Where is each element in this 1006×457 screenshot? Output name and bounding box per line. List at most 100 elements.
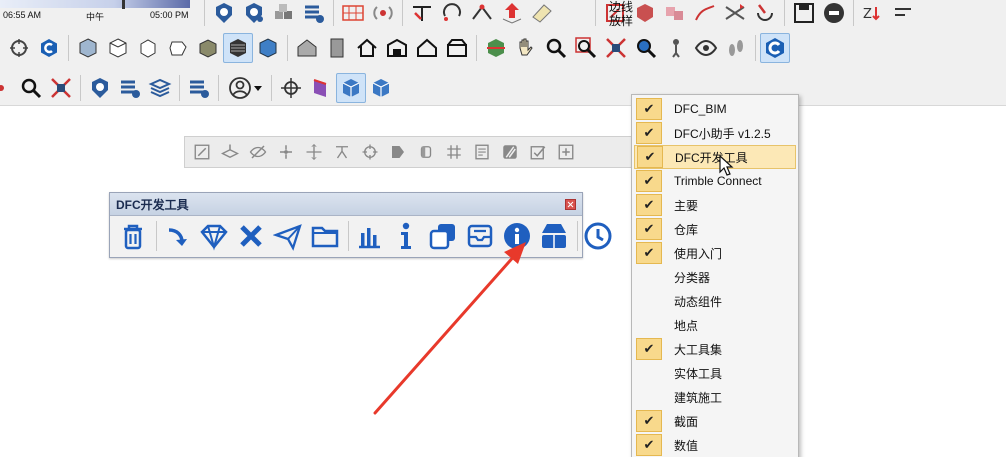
info-circle-icon[interactable]	[500, 219, 534, 253]
zoom-window-icon[interactable]	[571, 33, 601, 63]
hide-icon[interactable]	[245, 139, 271, 165]
inbox-icon[interactable]	[463, 219, 497, 253]
bar-chart-icon[interactable]	[352, 219, 386, 253]
menu-item[interactable]: 动态组件	[634, 289, 796, 313]
folder-icon[interactable]	[308, 219, 342, 253]
menu-item[interactable]: ✔ Trimble Connect	[634, 169, 796, 193]
clock-icon[interactable]	[581, 219, 615, 253]
add-box-icon[interactable]	[553, 139, 579, 165]
user-dropdown-icon[interactable]	[223, 73, 267, 103]
zoom-row3-icon[interactable]	[16, 73, 46, 103]
home-icon[interactable]	[352, 33, 382, 63]
menu-item[interactable]: ✔ 主要	[634, 193, 796, 217]
lasso-icon[interactable]	[437, 0, 467, 28]
zoom-extents-icon[interactable]	[601, 33, 631, 63]
rotate-red-icon[interactable]	[750, 0, 780, 28]
partial-tool-icon[interactable]	[0, 73, 16, 103]
outline-house-icon[interactable]	[412, 33, 442, 63]
layout-panel-icon[interactable]	[537, 219, 571, 253]
menu-item[interactable]: ✔ 仓库	[634, 217, 796, 241]
left-view-icon[interactable]	[223, 33, 253, 63]
position-camera-icon[interactable]	[661, 33, 691, 63]
send-icon[interactable]	[271, 219, 305, 253]
edge-style-label[interactable]: 边线 放样	[606, 0, 636, 28]
time-slider-knob[interactable]	[121, 0, 125, 9]
grid-icon[interactable]	[441, 139, 467, 165]
sort-icon[interactable]	[888, 0, 918, 28]
sheet-icon[interactable]	[527, 0, 557, 28]
gear-gem-icon[interactable]	[209, 0, 239, 28]
stop-icon[interactable]	[819, 0, 849, 28]
pan-hand-icon[interactable]	[511, 33, 541, 63]
menu-item[interactable]: 建筑施工	[634, 385, 796, 409]
red-curve-icon[interactable]	[690, 0, 720, 28]
blue-cube-icon[interactable]	[366, 73, 396, 103]
layers-gear-row3-icon[interactable]	[184, 73, 214, 103]
sort-za-icon[interactable]: Z	[858, 0, 888, 28]
orbit-icon[interactable]	[4, 33, 34, 63]
layers-gear-icon[interactable]	[299, 0, 329, 28]
texture-icon[interactable]	[497, 139, 523, 165]
menu-item[interactable]: ✔ DFC_BIM	[634, 97, 796, 121]
front-view-icon[interactable]	[133, 33, 163, 63]
copy-icon[interactable]	[426, 219, 460, 253]
menu-item[interactable]: 分类器	[634, 265, 796, 289]
purple-plane-icon[interactable]	[306, 73, 336, 103]
menu-item[interactable]: 实体工具	[634, 361, 796, 385]
look-around-icon[interactable]	[691, 33, 721, 63]
zoom-extents-row3-icon[interactable]	[46, 73, 76, 103]
menu-item[interactable]: ✔ 大工具集	[634, 337, 796, 361]
arc-icon[interactable]	[467, 0, 497, 28]
text-cross-icon[interactable]	[329, 139, 355, 165]
move-axis-icon[interactable]	[301, 139, 327, 165]
close-icon[interactable]	[565, 198, 576, 210]
house-3d-icon[interactable]	[292, 33, 322, 63]
right-view-icon[interactable]	[163, 33, 193, 63]
back-view-icon[interactable]	[193, 33, 223, 63]
iso-view-icon[interactable]	[73, 33, 103, 63]
info-i-icon[interactable]	[389, 219, 423, 253]
note-icon[interactable]	[469, 139, 495, 165]
checkmark-box-icon[interactable]	[525, 139, 551, 165]
cylinder-icon[interactable]	[413, 139, 439, 165]
menu-item[interactable]: ✔ DFC开发工具	[634, 145, 796, 169]
target-icon[interactable]	[357, 139, 383, 165]
layers-row3-icon[interactable]	[115, 73, 145, 103]
menu-item[interactable]: ✔ 数值	[634, 433, 796, 457]
grid-red-icon[interactable]	[338, 0, 368, 28]
menu-item[interactable]: ✔ 使用入门	[634, 241, 796, 265]
push-pull-icon[interactable]	[497, 0, 527, 28]
gem-row3-icon[interactable]	[85, 73, 115, 103]
crosshair-icon[interactable]	[276, 73, 306, 103]
gear-gem-alt-icon[interactable]	[239, 0, 269, 28]
split-vertical-icon[interactable]	[273, 139, 299, 165]
stack-row3-icon[interactable]	[145, 73, 175, 103]
broadcast-icon[interactable]	[368, 0, 398, 28]
shadow-time-slider[interactable]: 06:55 AM 中午 05:00 PM	[0, 0, 190, 26]
pink-cubes-icon[interactable]	[660, 0, 690, 28]
menu-item[interactable]: ✔ DFC小助手 v1.2.5	[634, 121, 796, 145]
section-cut-icon[interactable]	[481, 33, 511, 63]
blue-cube-active-icon[interactable]	[336, 73, 366, 103]
c-plugin-icon[interactable]	[760, 33, 790, 63]
shed-icon[interactable]	[442, 33, 472, 63]
time-slider-track[interactable]	[0, 0, 190, 8]
delete-x-icon[interactable]	[234, 219, 268, 253]
save-icon[interactable]	[789, 0, 819, 28]
warehouse-icon[interactable]	[382, 33, 412, 63]
top-view-icon[interactable]	[103, 33, 133, 63]
bottom-view-icon[interactable]	[253, 33, 283, 63]
layer-down-icon[interactable]	[217, 139, 243, 165]
edit-icon[interactable]	[189, 139, 215, 165]
curved-arrow-icon[interactable]	[160, 219, 194, 253]
walk-icon[interactable]	[721, 33, 751, 63]
diamond-icon[interactable]	[197, 219, 231, 253]
menu-item[interactable]: 地点	[634, 313, 796, 337]
trash-icon[interactable]	[116, 219, 150, 253]
tag-icon[interactable]	[385, 139, 411, 165]
red-tee-icon[interactable]	[407, 0, 437, 28]
blocks-icon[interactable]	[269, 0, 299, 28]
menu-item[interactable]: ✔ 截面	[634, 409, 796, 433]
zoom-icon[interactable]	[541, 33, 571, 63]
zoom-selection-icon[interactable]	[631, 33, 661, 63]
